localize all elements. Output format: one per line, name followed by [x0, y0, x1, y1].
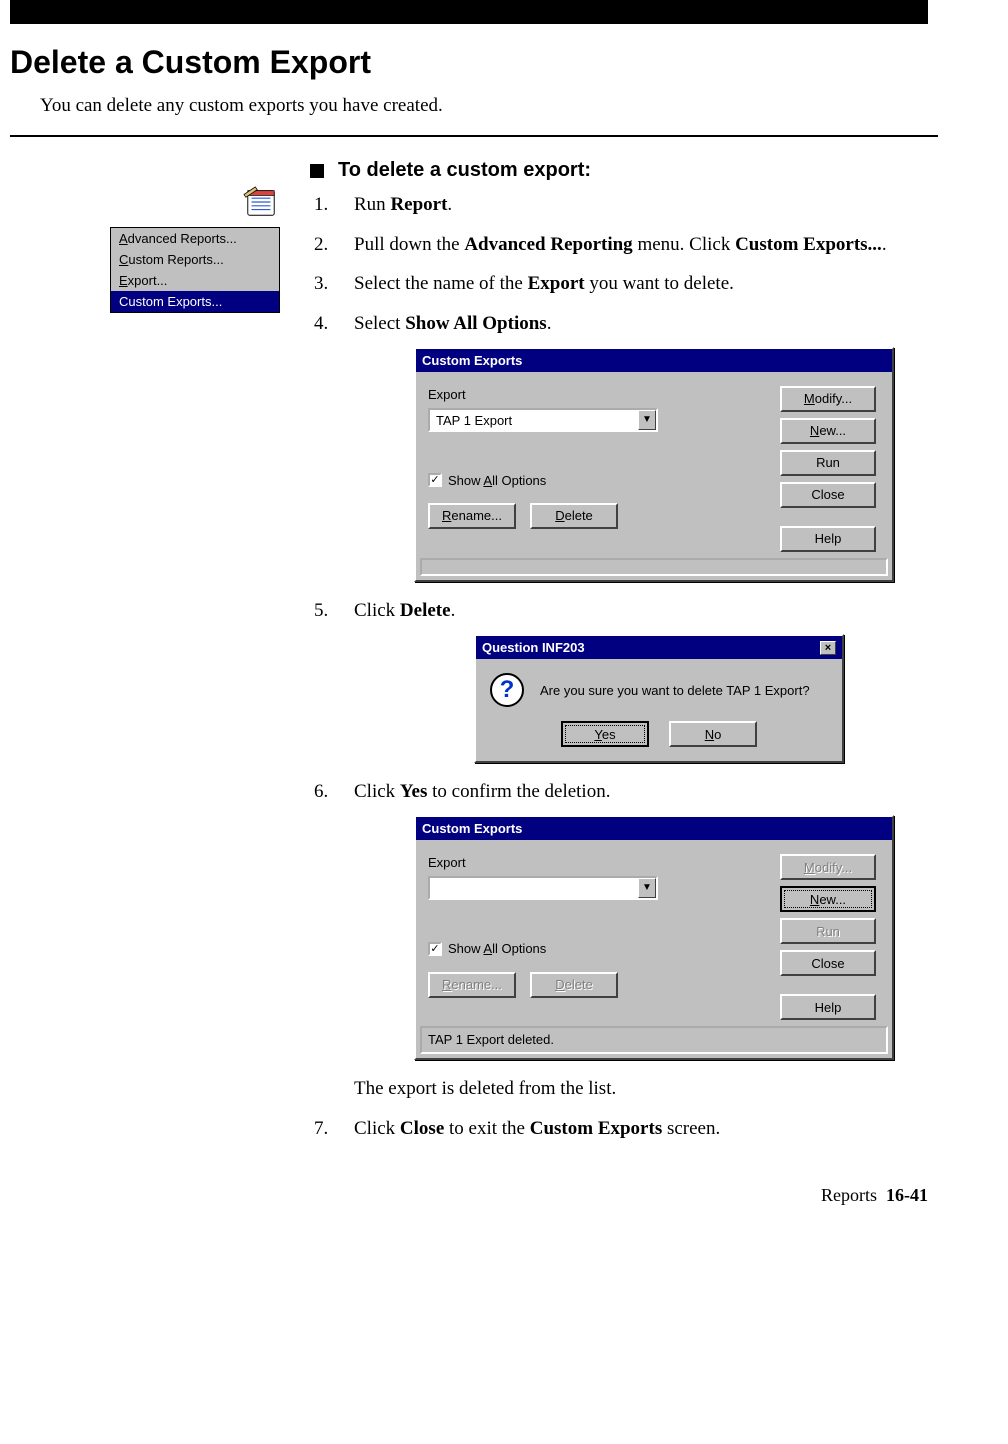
dialog2-new-button[interactable]: New... [780, 886, 876, 912]
dialog1-export-value: TAP 1 Export [430, 410, 638, 430]
step-3: Select the name of the Export you want t… [310, 271, 938, 297]
dialog2-title-text: Custom Exports [422, 820, 522, 838]
step-7: Click Close to exit the Custom Exports s… [310, 1116, 938, 1142]
footer-section-label: Reports [821, 1185, 877, 1205]
procedure-heading-text: To delete a custom export: [338, 159, 591, 182]
dialog2-show-all-checkbox[interactable]: ✓ [428, 942, 442, 956]
dialog1-show-all-checkbox[interactable]: ✓ [428, 473, 442, 487]
content-row: Advanced Reports... Custom Reports... Ex… [10, 159, 938, 1155]
dialog2-export-label: Export [428, 854, 770, 872]
after-dialog2-text: The export is deleted from the list. [354, 1076, 938, 1102]
dialog1-close-button[interactable]: Close [780, 482, 876, 508]
dialog1-show-all-row[interactable]: ✓ Show All Options [428, 472, 770, 490]
notepad-icon [242, 185, 280, 219]
dialog1-run-button[interactable]: Run [780, 450, 876, 476]
custom-exports-dialog-1: Custom Exports Export TAP 1 Export ▼ ✓ [414, 347, 894, 583]
question-body: ? Are you sure you want to delete TAP 1 … [476, 659, 842, 761]
step-6: Click Yes to confirm the deletion. Custo… [310, 779, 938, 1101]
dialog2-close-button[interactable]: Close [780, 950, 876, 976]
dialog1-new-button[interactable]: New... [780, 418, 876, 444]
dialog1-rename-button[interactable]: Rename... [428, 503, 516, 529]
footer-page-number: 16-41 [886, 1185, 928, 1205]
question-no-button[interactable]: No [669, 721, 757, 747]
steps-list: Run Report. Pull down the Advanced Repor… [310, 192, 938, 1141]
dialog1-status-bar [420, 558, 888, 576]
left-column: Advanced Reports... Custom Reports... Ex… [10, 159, 310, 313]
page-footer: Reports 16-41 [10, 1155, 938, 1226]
dialog2-titlebar: Custom Exports [416, 817, 892, 841]
dialog1-export-combo[interactable]: TAP 1 Export ▼ [428, 408, 658, 432]
dialog1-body: Export TAP 1 Export ▼ ✓ Show All Options [416, 372, 892, 558]
question-title-text: Question INF203 [482, 639, 585, 657]
dialog2-show-all-label: Show All Options [448, 940, 546, 958]
question-titlebar: Question INF203 × [476, 636, 842, 660]
dialog2-modify-button: Modify... [780, 854, 876, 880]
square-bullet-icon [310, 164, 324, 178]
page-title: Delete a Custom Export [10, 44, 938, 81]
step-1: Run Report. [310, 192, 938, 218]
right-column: To delete a custom export: Run Report. P… [310, 159, 938, 1155]
step-5: Click Delete. Question INF203 × ? Are yo… [310, 598, 938, 763]
dialog2-status-bar: TAP 1 Export deleted. [420, 1026, 888, 1054]
step-2: Pull down the Advanced Reporting menu. C… [310, 232, 938, 258]
chevron-down-icon[interactable]: ▼ [638, 410, 656, 430]
page: Delete a Custom Export You can delete an… [0, 24, 1008, 1256]
dialog2-body: Export ▼ ✓ Show All Options [416, 840, 892, 1026]
dialog2-export-combo[interactable]: ▼ [428, 876, 658, 900]
dialog1-title-text: Custom Exports [422, 352, 522, 370]
menu-item-export[interactable]: Export... [111, 270, 279, 291]
dialog2-show-all-row[interactable]: ✓ Show All Options [428, 940, 770, 958]
close-icon[interactable]: × [820, 641, 836, 655]
dialog1-modify-button[interactable]: Modify... [780, 386, 876, 412]
intro-text: You can delete any custom exports you ha… [40, 95, 938, 117]
dialog2-export-value [430, 878, 638, 898]
chevron-down-icon[interactable]: ▼ [638, 878, 656, 898]
step-4: Select Show All Options. Custom Exports … [310, 311, 938, 582]
dialog2-help-button[interactable]: Help [780, 994, 876, 1020]
dialog2-delete-button: Delete [530, 972, 618, 998]
horizontal-rule [10, 135, 938, 137]
dialog2-run-button: Run [780, 918, 876, 944]
header-black-bar [10, 0, 928, 24]
dialog1-show-all-label: Show All Options [448, 472, 546, 490]
dialog2-rename-button: Rename... [428, 972, 516, 998]
procedure-heading: To delete a custom export: [310, 159, 938, 182]
custom-exports-dialog-2: Custom Exports Export ▼ ✓ [414, 815, 894, 1060]
dialog1-help-button[interactable]: Help [780, 526, 876, 552]
question-yes-button[interactable]: Yes [561, 721, 649, 747]
question-message: Are you sure you want to delete TAP 1 Ex… [540, 682, 810, 700]
dialog1-titlebar: Custom Exports [416, 349, 892, 373]
question-dialog: Question INF203 × ? Are you sure you wan… [474, 634, 844, 764]
question-mark-icon: ? [490, 673, 524, 707]
dialog1-export-label: Export [428, 386, 770, 404]
menu-item-custom-exports[interactable]: Custom Exports... [111, 291, 279, 312]
dialog1-delete-button[interactable]: Delete [530, 503, 618, 529]
menu-item-custom-reports[interactable]: Custom Reports... [111, 249, 279, 270]
dropdown-menu: Advanced Reports... Custom Reports... Ex… [110, 227, 280, 313]
menu-item-advanced-reports[interactable]: Advanced Reports... [111, 228, 279, 249]
